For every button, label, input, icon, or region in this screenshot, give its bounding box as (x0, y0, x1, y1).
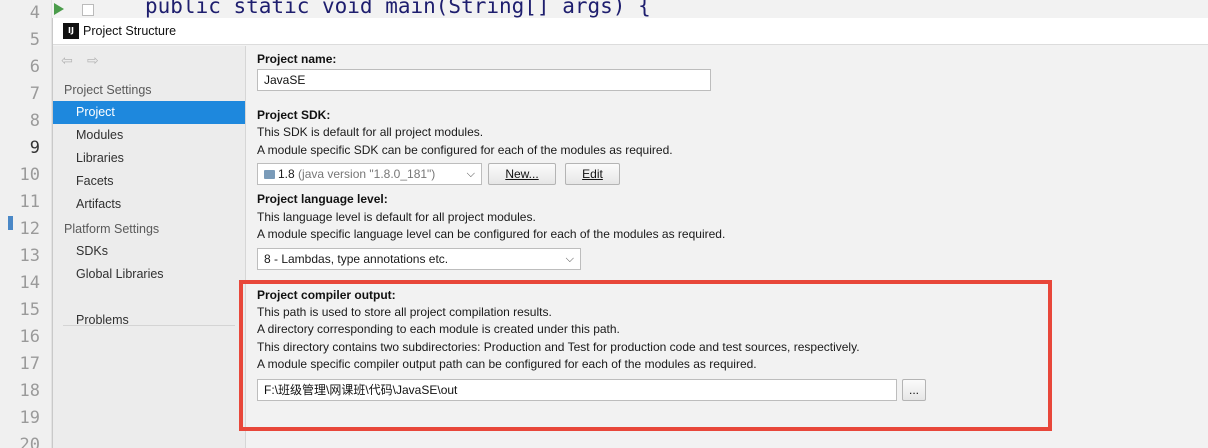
sdk-description-1: This SDK is default for all project modu… (257, 125, 484, 139)
line-number: 7 (29, 84, 40, 104)
chevron-down-icon: ⌵ (565, 253, 574, 265)
line-number: 18 (19, 381, 40, 401)
new-sdk-button[interactable]: New... (488, 163, 556, 185)
compiler-output-label: Project compiler output: (257, 288, 396, 302)
browse-button[interactable]: ... (902, 379, 926, 401)
edit-sdk-button[interactable]: Edit (565, 163, 620, 185)
editor-gutter: 4 5 6 7 8 9 10 11 12 13 14 15 16 17 18 1… (0, 0, 52, 448)
dialog-title: Project Structure (83, 24, 177, 38)
language-level-value: 8 - Lambdas, type annotations etc. (264, 252, 449, 266)
compiler-description-2: A directory corresponding to each module… (257, 322, 620, 336)
compiler-description-4: A module specific compiler output path c… (257, 357, 757, 371)
back-arrow-icon[interactable]: ⇦ (61, 52, 73, 69)
line-number: 12 (19, 219, 40, 239)
sidebar-item-modules[interactable]: Modules (53, 124, 245, 147)
sidebar-item-problems[interactable]: Problems (53, 309, 245, 332)
line-number: 20 (19, 435, 40, 448)
language-description-1: This language level is default for all p… (257, 210, 536, 224)
line-number: 8 (29, 111, 40, 131)
edit-sdk-button-label: Edit (582, 167, 603, 181)
compiler-description-3: This directory contains two subdirectori… (257, 340, 860, 354)
sdk-version: (java version "1.8.0_181") (298, 167, 436, 181)
line-number: 11 (19, 192, 40, 212)
sidebar-item-facets[interactable]: Facets (53, 170, 245, 193)
dialog-titlebar[interactable]: IJ Project Structure (53, 18, 1208, 45)
sidebar-item-global-libraries[interactable]: Global Libraries (53, 263, 245, 286)
project-name-input[interactable]: JavaSE (257, 69, 711, 91)
line-number: 14 (19, 273, 40, 293)
code-line: public static void main(String[] args) { (145, 0, 651, 18)
line-number: 6 (29, 57, 40, 77)
sidebar-item-sdks[interactable]: SDKs (53, 240, 245, 263)
change-marker (8, 216, 13, 230)
sdk-select[interactable]: 1.8 (java version "1.8.0_181") ⌵ (257, 163, 482, 185)
sidebar-item-libraries[interactable]: Libraries (53, 147, 245, 170)
platform-settings-header: Platform Settings (64, 222, 160, 236)
run-arrow-icon[interactable] (54, 3, 64, 15)
intellij-logo-icon: IJ (63, 23, 79, 39)
language-level-select[interactable]: 8 - Lambdas, type annotations etc. ⌵ (257, 248, 581, 270)
sidebar-item-artifacts[interactable]: Artifacts (53, 193, 245, 216)
sdk-value: 1.8 (278, 167, 295, 181)
new-sdk-button-label: New... (505, 167, 539, 181)
line-number: 5 (29, 30, 40, 50)
line-number: 17 (19, 354, 40, 374)
compiler-description-1: This path is used to store all project c… (257, 305, 552, 319)
line-number: 19 (19, 408, 40, 428)
language-level-label: Project language level: (257, 192, 388, 206)
sdk-folder-icon (264, 170, 275, 179)
line-number: 13 (19, 246, 40, 266)
forward-arrow-icon[interactable]: ⇨ (87, 52, 99, 69)
line-number: 9 (29, 138, 40, 158)
project-settings-header: Project Settings (64, 83, 152, 97)
project-settings-panel: Project name: JavaSE Project SDK: This S… (247, 46, 1208, 448)
project-structure-dialog: IJ Project Structure ⇦ ⇨ Project Setting… (52, 18, 1208, 448)
chevron-down-icon: ⌵ (466, 168, 475, 180)
sidebar-item-project[interactable]: Project (53, 101, 245, 124)
line-number: 10 (19, 165, 40, 185)
fold-icon[interactable] (82, 4, 94, 16)
project-name-label: Project name: (257, 52, 337, 66)
language-description-2: A module specific language level can be … (257, 227, 726, 241)
settings-sidebar: ⇦ ⇨ Project Settings Project Modules Lib… (53, 46, 246, 448)
line-number: 15 (19, 300, 40, 320)
project-sdk-label: Project SDK: (257, 108, 331, 122)
line-number: 16 (19, 327, 40, 347)
sdk-description-2: A module specific SDK can be configured … (257, 143, 673, 157)
line-number: 4 (29, 3, 40, 23)
compiler-output-path-input[interactable]: F:\班级管理\网课班\代码\JavaSE\out (257, 379, 897, 401)
